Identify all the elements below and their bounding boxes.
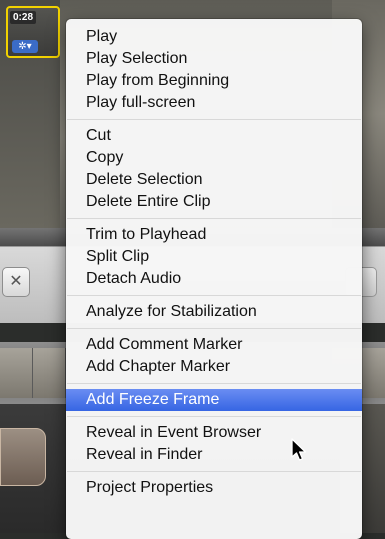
menu-separator [67,328,361,329]
project-clip-thumbnail[interactable] [0,428,46,486]
menu-item-delete-selection[interactable]: Delete Selection [66,169,362,191]
menu-item-play-from-beginning[interactable]: Play from Beginning [66,70,362,92]
menu-item-reveal-in-event-browser[interactable]: Reveal in Event Browser [66,422,362,444]
menu-separator [67,119,361,120]
menu-separator [67,416,361,417]
menu-item-detach-audio[interactable]: Detach Audio [66,268,362,290]
menu-item-add-comment-marker[interactable]: Add Comment Marker [66,334,362,356]
filmstrip-frame [33,348,66,398]
menu-item-play-selection[interactable]: Play Selection [66,48,362,70]
menu-item-play-full-screen[interactable]: Play full-screen [66,92,362,114]
menu-item-delete-entire-clip[interactable]: Delete Entire Clip [66,191,362,213]
menu-item-cut[interactable]: Cut [66,125,362,147]
close-icon[interactable]: ✕ [2,267,30,297]
pointer-cursor-icon [291,438,307,461]
menu-item-play[interactable]: Play [66,26,362,48]
menu-separator [67,218,361,219]
clip-duration-badge: 0:28 [10,11,37,24]
menu-item-add-chapter-marker[interactable]: Add Chapter Marker [66,356,362,378]
menu-item-add-freeze-frame[interactable]: Add Freeze Frame [66,389,362,411]
menu-item-project-properties[interactable]: Project Properties [66,477,362,499]
menu-separator [67,295,361,296]
menu-item-trim-to-playhead[interactable]: Trim to Playhead [66,224,362,246]
menu-item-copy[interactable]: Copy [66,147,362,169]
filmstrip-frame [0,348,33,398]
menu-item-reveal-in-finder[interactable]: Reveal in Finder [66,444,362,466]
menu-separator [67,383,361,384]
context-menu: Play Play Selection Play from Beginning Pla… [66,19,362,539]
menu-item-split-clip[interactable]: Split Clip [66,246,362,268]
gear-icon[interactable]: ✲▾ [12,40,38,53]
menu-item-analyze-for-stabilization[interactable]: Analyze for Stabilization [66,301,362,323]
menu-separator [67,471,361,472]
